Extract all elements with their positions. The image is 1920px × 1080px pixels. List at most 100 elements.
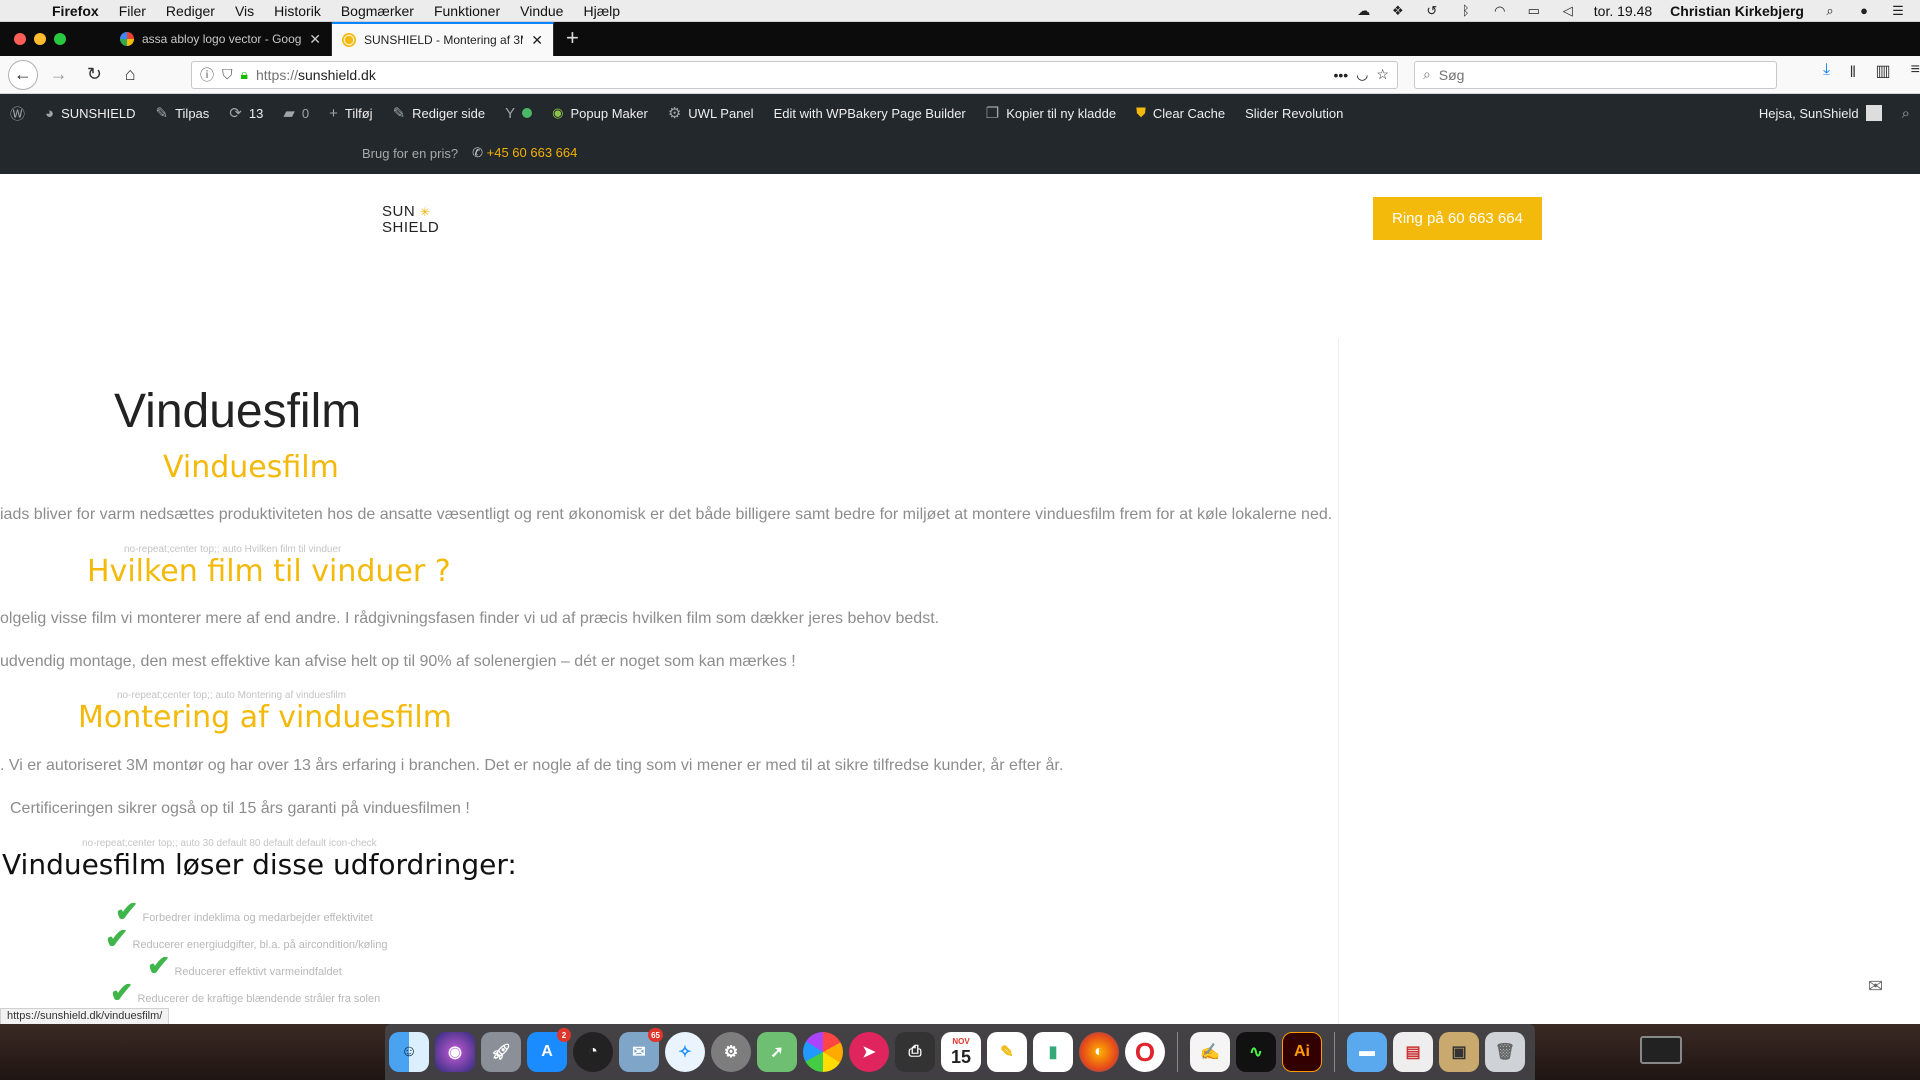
hamburger-menu-icon[interactable]: ≡ bbox=[1911, 61, 1920, 88]
notification-center-icon[interactable]: ☰ bbox=[1890, 3, 1906, 18]
wp-wpbakery-item[interactable]: Edit with WPBakery Page Builder bbox=[764, 94, 976, 132]
time-machine-icon[interactable]: ↺ bbox=[1424, 3, 1440, 18]
menu-window[interactable]: Vindue bbox=[510, 3, 573, 19]
zoom-window-icon[interactable] bbox=[54, 33, 66, 45]
trash-icon[interactable]: 🗑︎ bbox=[1485, 1032, 1525, 1072]
phone-icon: ✆ bbox=[472, 145, 484, 160]
image-stack-icon[interactable]: ▣ bbox=[1439, 1032, 1479, 1072]
menu-view[interactable]: Vis bbox=[225, 3, 264, 19]
close-tab-icon[interactable]: ✕ bbox=[531, 32, 543, 49]
app-store-icon[interactable]: A2 bbox=[527, 1028, 571, 1072]
wp-uwl-item[interactable]: ⚙ UWL Panel bbox=[658, 94, 764, 132]
logo-bottom-text: SHIELD bbox=[382, 219, 440, 236]
sunshield-favicon-icon bbox=[342, 33, 356, 47]
menu-bookmarks[interactable]: Bogmærker bbox=[331, 3, 424, 19]
search-input[interactable]: ⌕ Søg bbox=[1413, 60, 1778, 89]
url-text[interactable]: https://sunshield.dk bbox=[256, 67, 1325, 83]
folder-icon[interactable]: ▬ bbox=[1347, 1032, 1387, 1072]
menu-file[interactable]: Filer bbox=[109, 3, 156, 19]
check-icon: ✔ bbox=[105, 923, 129, 954]
wp-customize-item[interactable]: ✎ Tilpas bbox=[146, 94, 220, 132]
mail-app-icon[interactable]: ✉ 65 bbox=[619, 1028, 663, 1072]
top-phone-link[interactable]: ✆ +45 60 663 664 bbox=[472, 145, 577, 161]
close-tab-icon[interactable]: ✕ bbox=[309, 31, 321, 48]
pocket-icon[interactable]: ◡ bbox=[1356, 66, 1368, 83]
bookmark-star-icon[interactable]: ☆ bbox=[1376, 66, 1389, 83]
menu-history[interactable]: Historik bbox=[264, 3, 331, 19]
wp-cache-item[interactable]: ⛊ Clear Cache bbox=[1126, 94, 1235, 132]
library-icon[interactable]: 𝍪 bbox=[1850, 61, 1855, 88]
creative-cloud-icon[interactable]: ☁ bbox=[1356, 3, 1372, 18]
wp-slider-item[interactable]: Slider Revolution bbox=[1235, 94, 1353, 132]
wordpress-icon: Ⓦ bbox=[10, 105, 26, 123]
photos-icon[interactable] bbox=[803, 1032, 843, 1072]
wp-comments-item[interactable]: ▰ 0 bbox=[273, 94, 319, 132]
wp-updates-item[interactable]: ⟳ 13 bbox=[219, 94, 273, 132]
textedit-icon[interactable]: ✍ bbox=[1190, 1032, 1230, 1072]
pages-icon[interactable]: ✎ bbox=[987, 1032, 1027, 1072]
siri-icon[interactable]: ● bbox=[1856, 3, 1872, 18]
search-placeholder: Søg bbox=[1438, 66, 1465, 83]
illustrator-icon[interactable]: Ai bbox=[1282, 1032, 1322, 1072]
wp-popup-item[interactable]: ◉ Popup Maker bbox=[542, 94, 658, 132]
spotlight-icon[interactable]: ⌕ bbox=[1822, 3, 1838, 18]
menubar-clock[interactable]: tor. 19.48 bbox=[1594, 3, 1652, 19]
pdf-document-icon[interactable]: ▤ bbox=[1393, 1032, 1433, 1072]
reload-icon[interactable]: ↻ bbox=[80, 60, 110, 90]
dashboard-app-icon[interactable]: ◔ bbox=[573, 1032, 613, 1072]
home-icon[interactable]: ⌂ bbox=[115, 60, 145, 90]
siri-icon[interactable]: ◉ bbox=[435, 1032, 475, 1072]
illustrator-label: Ai bbox=[1294, 1043, 1310, 1060]
tracking-shield-icon[interactable]: ⛉ bbox=[222, 66, 233, 83]
printer-icon[interactable]: ⎙ bbox=[895, 1032, 935, 1072]
wifi-icon[interactable]: ◠ bbox=[1492, 3, 1508, 18]
wp-logo-item[interactable]: Ⓦ bbox=[0, 94, 35, 132]
lock-icon[interactable]: 🔒︎ bbox=[241, 66, 248, 83]
menubar-user[interactable]: Christian Kirkebjerg bbox=[1670, 3, 1804, 19]
page-actions-icon[interactable]: ••• bbox=[1333, 67, 1348, 83]
close-window-icon[interactable] bbox=[14, 33, 26, 45]
system-preferences-icon[interactable]: ⚙ bbox=[711, 1032, 751, 1072]
url-bar[interactable]: ⓘ ⛉ 🔒︎ https://sunshield.dk ••• ◡ ☆ bbox=[191, 60, 1398, 89]
safari-icon[interactable]: ✧ bbox=[665, 1032, 705, 1072]
wp-site-item[interactable]: ◕ SUNSHIELD bbox=[35, 94, 145, 132]
menu-tools[interactable]: Funktioner bbox=[424, 3, 510, 19]
mail-icon[interactable]: ✉ bbox=[1868, 976, 1883, 997]
volume-icon[interactable]: ◁ bbox=[1560, 3, 1576, 18]
opera-icon[interactable]: O bbox=[1125, 1032, 1165, 1072]
call-button[interactable]: Ring på 60 663 664 bbox=[1373, 197, 1542, 240]
finder-icon[interactable]: ☺ bbox=[389, 1032, 429, 1072]
menu-help[interactable]: Hjælp bbox=[573, 3, 630, 19]
back-icon[interactable]: ← bbox=[8, 59, 38, 90]
calendar-day: 15 bbox=[950, 1047, 972, 1067]
menu-app[interactable]: Firefox bbox=[42, 3, 109, 19]
calendar-icon[interactable]: NOV 15 bbox=[941, 1032, 981, 1072]
wp-new-item[interactable]: + Tilføj bbox=[319, 94, 382, 132]
new-tab-icon[interactable]: + bbox=[554, 22, 591, 56]
sidebar-toggle-icon[interactable]: ▥ bbox=[1876, 61, 1891, 88]
forward-icon[interactable]: → bbox=[44, 60, 74, 90]
wp-copy-item[interactable]: ❐ Kopier til ny kladde bbox=[976, 94, 1126, 132]
desktop-file-icon[interactable] bbox=[1640, 1036, 1682, 1064]
gear-icon: ⚙ bbox=[667, 105, 682, 122]
numbers-icon[interactable]: ▮ bbox=[1033, 1032, 1073, 1072]
airmail-icon[interactable]: ➤ bbox=[849, 1032, 889, 1072]
minimize-window-icon[interactable] bbox=[34, 33, 46, 45]
info-icon[interactable]: ⓘ bbox=[200, 65, 214, 85]
wp-yoast-item[interactable]: Y bbox=[495, 94, 542, 132]
downloads-icon[interactable]: ⤓ bbox=[1823, 61, 1830, 88]
airplay-icon[interactable]: ▭ bbox=[1526, 3, 1542, 18]
activity-monitor-icon[interactable]: ∿ bbox=[1236, 1032, 1276, 1072]
site-logo[interactable]: SUN ✳ SHIELD bbox=[382, 204, 442, 238]
maps-icon[interactable]: ➚ bbox=[757, 1032, 797, 1072]
bluetooth-icon[interactable]: ᛒ bbox=[1458, 3, 1474, 18]
launchpad-icon[interactable]: 🚀︎ bbox=[481, 1032, 521, 1072]
wp-account-item[interactable]: Hejsa, SunShield bbox=[1749, 94, 1892, 132]
wp-edit-item[interactable]: ✎ Rediger side bbox=[383, 94, 496, 132]
wp-search-item[interactable]: ⌕ bbox=[1892, 94, 1920, 132]
tab-google[interactable]: assa abloy logo vector - Google ✕ bbox=[110, 22, 332, 56]
dropbox-icon[interactable]: ❖ bbox=[1390, 3, 1406, 18]
tab-sunshield[interactable]: SUNSHIELD - Montering af 3M ✕ bbox=[332, 22, 554, 56]
menu-edit[interactable]: Rediger bbox=[156, 3, 225, 19]
firefox-icon[interactable]: ◐ bbox=[1079, 1032, 1119, 1072]
